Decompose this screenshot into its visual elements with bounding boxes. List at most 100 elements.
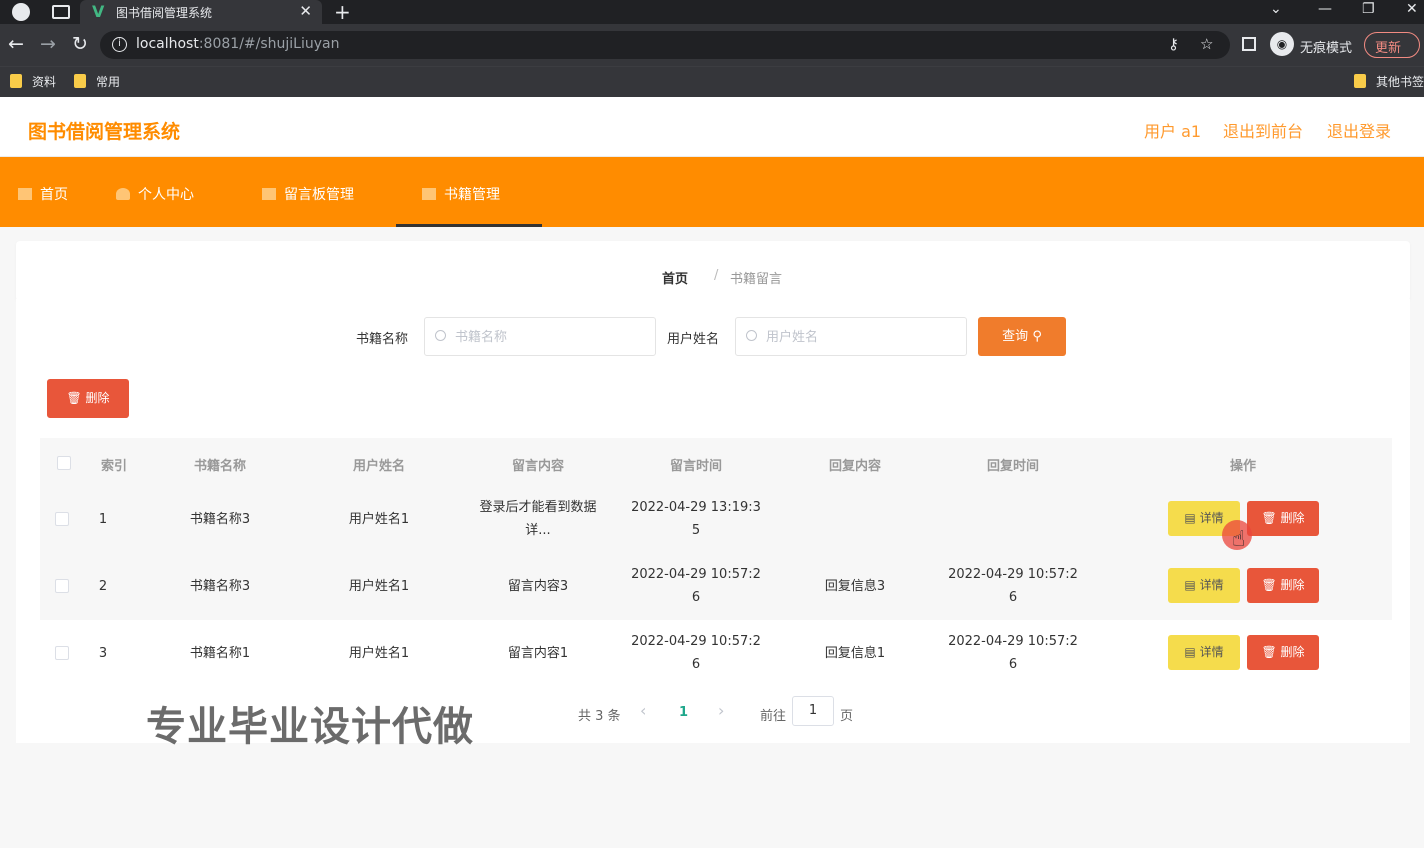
- breadcrumb: 首页 / 书籍留言: [16, 241, 1410, 301]
- search-icon: [746, 330, 757, 341]
- url-input[interactable]: i localhost:8081/#/shujiLiuyan ⚷ ☆: [100, 31, 1230, 59]
- next-page-icon[interactable]: ›: [718, 701, 724, 720]
- breadcrumb-current: 书籍留言: [730, 272, 783, 287]
- bulk-delete-button[interactable]: 🗑 删除: [47, 379, 129, 418]
- tab-search-icon[interactable]: [52, 5, 70, 19]
- pagination-current-page[interactable]: 1: [679, 705, 688, 720]
- bookmark-folder[interactable]: 常用: [74, 73, 120, 90]
- book-name-input[interactable]: [455, 326, 645, 348]
- row-checkbox[interactable]: [55, 646, 69, 660]
- tab-close-icon[interactable]: ✕: [299, 2, 312, 20]
- cell-reply-content: 回复信息1: [824, 646, 886, 661]
- logout-link[interactable]: 退出登录: [1327, 118, 1391, 142]
- detail-button[interactable]: ▤ 详情: [1168, 568, 1240, 603]
- query-button[interactable]: 查询 ⚲: [978, 317, 1066, 356]
- main-nav: 首页 个人中心 留言板管理 书籍管理: [0, 157, 1424, 227]
- nav-message-board[interactable]: 留言板管理: [262, 157, 354, 227]
- delete-button[interactable]: 🗑 删除: [1247, 568, 1319, 603]
- hand-cursor-icon: ☝: [1232, 527, 1246, 552]
- col-message-content: 留言内容: [511, 459, 564, 474]
- new-tab-icon[interactable]: +: [334, 0, 351, 24]
- document-icon: ▤: [1184, 578, 1200, 592]
- current-user-link[interactable]: 用户 a1: [1144, 118, 1201, 142]
- user-name-input[interactable]: [766, 326, 956, 348]
- cell-message-time: 2022-04-29 13:19:3 5: [631, 500, 761, 538]
- nav-book-management[interactable]: 书籍管理: [396, 157, 542, 227]
- window-close-icon[interactable]: ✕: [1406, 1, 1418, 17]
- browser-tab-active[interactable]: V 图书借阅管理系统 ✕: [80, 0, 322, 24]
- cell-book-name: 书籍名称3: [189, 579, 251, 594]
- breadcrumb-home[interactable]: 首页: [662, 268, 688, 287]
- table-row: 2 书籍名称3 用户姓名1 留言内容3 2022-04-29 10:57:2 6 …: [40, 553, 1392, 620]
- book-name-search-field[interactable]: [424, 317, 656, 356]
- bookmark-folder[interactable]: 资料: [10, 73, 56, 90]
- user-icon: [116, 188, 130, 200]
- cell-reply-content: 回复信息3: [824, 579, 886, 594]
- select-all-checkbox[interactable]: [57, 456, 71, 470]
- cell-reply-time: [933, 496, 1093, 519]
- cell-book-name: 书籍名称1: [189, 646, 251, 661]
- cell-reply-time: 2022-04-29 10:57:2 6: [948, 634, 1078, 672]
- prev-page-icon[interactable]: ‹: [640, 701, 646, 720]
- vue-favicon-icon: V: [92, 2, 105, 21]
- col-reply-time: 回复时间: [986, 459, 1039, 474]
- forward-icon[interactable]: →: [40, 33, 56, 55]
- detail-button[interactable]: ▤ 详情: [1168, 635, 1240, 670]
- search-icon: [435, 330, 446, 341]
- pagination-total: 共 3 条: [578, 709, 621, 724]
- pagination-page-label: 页: [840, 709, 854, 724]
- delete-button[interactable]: 🗑 删除: [1247, 501, 1319, 536]
- trash-icon: 🗑: [1261, 578, 1281, 592]
- exit-to-frontend-link[interactable]: 退出到前台: [1223, 118, 1303, 142]
- tab-dropdown-icon[interactable]: ⌄: [1270, 1, 1282, 17]
- app-header: 图书借阅管理系统 用户 a1 退出到前台 退出登录: [0, 97, 1424, 157]
- nav-home[interactable]: 首页: [18, 157, 68, 227]
- col-book-name: 书籍名称: [193, 459, 246, 474]
- cell-message-time: 2022-04-29 10:57:2 6: [631, 567, 761, 605]
- table-header: 索引 书籍名称 用户姓名 留言内容 留言时间 回复内容 回复时间 操作: [40, 438, 1392, 486]
- book-name-label: 书籍名称: [356, 332, 409, 347]
- cell-index: 1: [98, 512, 108, 527]
- col-index: 索引: [100, 459, 127, 474]
- row-checkbox[interactable]: [55, 512, 69, 526]
- cell-index: 3: [98, 646, 108, 661]
- site-info-icon[interactable]: i: [112, 37, 127, 52]
- nav-personal-center[interactable]: 个人中心: [116, 157, 194, 227]
- restore-icon[interactable]: ❐: [1362, 1, 1375, 17]
- back-icon[interactable]: ←: [8, 33, 24, 55]
- bookmarks-bar: 资料 常用 其他书签: [0, 66, 1424, 97]
- col-message-time: 留言时间: [669, 459, 722, 474]
- col-actions: 操作: [1229, 459, 1256, 474]
- home-icon: [18, 188, 32, 200]
- side-panel-icon[interactable]: [1242, 37, 1256, 51]
- cell-user-name: 用户姓名1: [348, 579, 410, 594]
- document-icon: ▤: [1184, 511, 1200, 525]
- cell-message-content: 登录后才能看到数据 详...: [479, 500, 597, 538]
- incognito-icon[interactable]: ◉: [1270, 32, 1294, 56]
- table-row: 3 书籍名称1 用户姓名1 留言内容1 2022-04-29 10:57:2 6 …: [40, 620, 1392, 687]
- minimize-icon[interactable]: —: [1318, 1, 1332, 17]
- tab-title: 图书借阅管理系统: [116, 6, 213, 20]
- bookmark-star-icon[interactable]: ☆: [1200, 35, 1213, 53]
- pagination-goto-label: 前往: [760, 709, 787, 724]
- search-icon: ⚲: [1032, 329, 1042, 344]
- bookmark-folder-other[interactable]: 其他书签: [1354, 73, 1424, 90]
- cell-book-name: 书籍名称3: [189, 512, 251, 527]
- globe-icon[interactable]: [12, 3, 30, 21]
- trash-icon: 🗑: [66, 391, 86, 405]
- delete-button[interactable]: 🗑 删除: [1247, 635, 1319, 670]
- col-user-name: 用户姓名: [352, 459, 405, 474]
- update-button[interactable]: 更新: [1364, 32, 1420, 58]
- watermark-text: 专业毕业设计代做: [146, 704, 474, 750]
- reload-icon[interactable]: ↻: [72, 33, 88, 55]
- trash-icon: 🗑: [1261, 511, 1281, 525]
- user-name-search-field[interactable]: [735, 317, 967, 356]
- browser-tab-strip: V 图书借阅管理系统 ✕ + ⌄ — ❐ ✕: [0, 0, 1424, 24]
- key-icon[interactable]: ⚷: [1168, 35, 1179, 53]
- user-name-label: 用户姓名: [667, 332, 720, 347]
- bulk-delete-label: 删除: [85, 391, 110, 405]
- pagination-goto-input[interactable]: 1: [792, 696, 834, 726]
- send-icon: [422, 188, 436, 200]
- row-checkbox[interactable]: [55, 579, 69, 593]
- cell-message-content: 留言内容3: [507, 579, 569, 594]
